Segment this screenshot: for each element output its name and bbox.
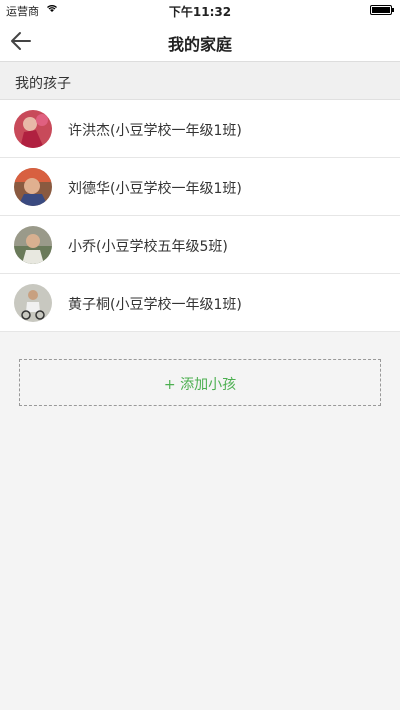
add-child-button[interactable]: + 添加小孩 xyxy=(19,359,381,406)
section-header: 我的孩子 xyxy=(0,62,400,100)
section-title: 我的孩子 xyxy=(15,76,71,92)
child-row[interactable]: 黄子桐(小豆学校一年级1班) xyxy=(0,274,400,332)
battery-icon xyxy=(370,5,394,15)
navigation-bar: 我的家庭 xyxy=(0,20,400,62)
child-name: 刘德华(小豆学校一年级1班) xyxy=(68,181,242,197)
child-avatar-2 xyxy=(14,168,52,206)
child-name: 许洪杰(小豆学校一年级1班) xyxy=(68,123,242,139)
child-name: 小乔(小豆学校五年级5班) xyxy=(68,239,228,255)
child-list: 许洪杰(小豆学校一年级1班) 刘德华(小豆学校一年级1班) 小乔(小豆学校五年级… xyxy=(0,100,400,332)
child-avatar-1 xyxy=(14,110,52,148)
child-row[interactable]: 刘德华(小豆学校一年级1班) xyxy=(0,158,400,216)
child-avatar-3 xyxy=(14,226,52,264)
status-bar: 运营商 下午11:32 xyxy=(0,0,400,20)
child-name: 黄子桐(小豆学校一年级1班) xyxy=(68,297,242,313)
add-child-label: + 添加小孩 xyxy=(163,377,237,393)
status-time: 下午11:32 xyxy=(168,5,232,19)
child-row[interactable]: 许洪杰(小豆学校一年级1班) xyxy=(0,100,400,158)
page-title: 我的家庭 xyxy=(167,35,232,54)
child-row[interactable]: 小乔(小豆学校五年级5班) xyxy=(0,216,400,274)
child-avatar-4 xyxy=(14,284,52,322)
